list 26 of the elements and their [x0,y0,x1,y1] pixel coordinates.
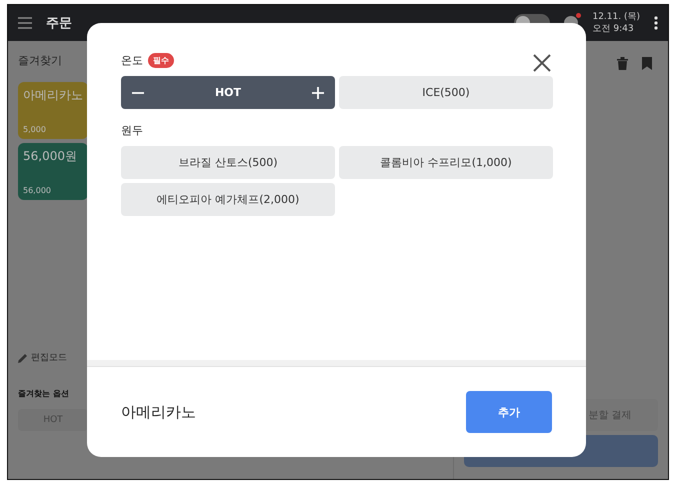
required-badge: 필수 [148,53,174,68]
option-label: HOT [214,86,242,99]
option-button[interactable]: HOT [121,76,335,109]
pencil-icon [18,352,28,362]
product-name: 아메리카노 [121,402,196,422]
menu-card[interactable]: 56,000원 56,000 [18,143,88,200]
trash-icon[interactable] [617,57,628,70]
option-button[interactable]: 콜롬비아 수프리모(1,000) [339,146,553,179]
favorites-tab[interactable]: 즐겨찾기 [18,41,62,76]
close-icon[interactable] [532,53,552,73]
plus-icon[interactable] [311,86,325,100]
add-button[interactable]: 추가 [466,391,552,433]
nav-tab[interactable]: 주문 [46,14,72,32]
section-title: 즐겨찾는 옵션 [18,388,69,399]
option-button[interactable]: 브라질 산토스(500) [121,146,335,179]
group-title: 원두 [121,123,143,138]
date-text: 12.11. (목) [592,11,640,23]
time-text: 오전 9:43 [592,23,635,35]
more-icon[interactable] [654,16,658,30]
menu-card[interactable]: 아메리카노 5,000 [18,82,88,139]
bookmark-icon[interactable] [642,57,652,70]
edit-mode-button[interactable]: 편집모드 [18,351,67,364]
option-button[interactable]: ICE(500) [339,76,553,109]
menu-icon[interactable] [18,17,32,29]
option-button[interactable]: 에티오피아 예가체프(2,000) [121,183,335,216]
group-title: 온도 [121,53,143,68]
